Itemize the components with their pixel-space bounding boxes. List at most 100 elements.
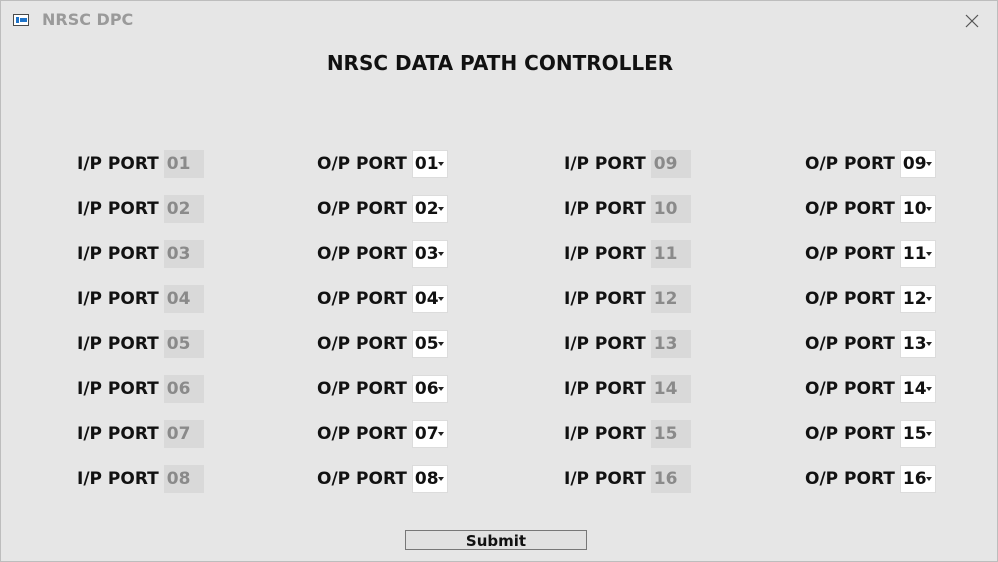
close-button[interactable] (959, 9, 985, 33)
output-port-group: O/P PORT 05 (317, 329, 448, 359)
app-window-icon (13, 14, 29, 26)
output-port-group: O/P PORT 04 (317, 284, 448, 314)
output-port-label: O/P PORT (805, 379, 895, 399)
input-port-field: 07 (163, 420, 204, 448)
input-port-label: I/P PORT (564, 379, 646, 399)
output-port-select[interactable]: 10 (899, 195, 936, 223)
input-port-group: I/P PORT 08 (77, 464, 204, 494)
output-port-group: O/P PORT 06 (317, 374, 448, 404)
input-port-field: 10 (650, 195, 691, 223)
title-bar[interactable]: NRSC DPC (1, 1, 997, 39)
input-port-field: 01 (163, 150, 204, 178)
input-port-label: I/P PORT (77, 379, 159, 399)
output-port-group: O/P PORT 08 (317, 464, 448, 494)
output-port-select[interactable]: 03 (411, 240, 448, 268)
output-port-select[interactable]: 02 (411, 195, 448, 223)
app-window: NRSC DPC NRSC DATA PATH CONTROLLER I/P P… (0, 0, 998, 562)
output-port-value: 16 (902, 469, 927, 489)
input-port-group: I/P PORT 03 (77, 239, 204, 269)
output-port-label: O/P PORT (805, 244, 895, 264)
chevron-down-icon (925, 477, 932, 481)
input-port-group: I/P PORT 04 (77, 284, 204, 314)
output-port-value: 02 (414, 199, 439, 219)
input-port-field: 12 (650, 285, 691, 313)
chevron-down-icon (925, 162, 932, 166)
output-port-select[interactable]: 01 (411, 150, 448, 178)
input-port-label: I/P PORT (564, 244, 646, 264)
input-port-label: I/P PORT (77, 469, 159, 489)
chevron-down-icon (437, 342, 444, 346)
input-port-field: 08 (163, 465, 204, 493)
output-port-group: O/P PORT 01 (317, 149, 448, 179)
input-port-group: I/P PORT 12 (564, 284, 691, 314)
output-port-select[interactable]: 12 (899, 285, 936, 313)
output-port-select[interactable]: 05 (411, 330, 448, 358)
output-port-label: O/P PORT (317, 154, 407, 174)
chevron-down-icon (925, 297, 932, 301)
output-port-value: 12 (902, 289, 927, 309)
output-port-value: 10 (902, 199, 927, 219)
output-port-label: O/P PORT (805, 334, 895, 354)
chevron-down-icon (437, 477, 444, 481)
output-port-value: 11 (902, 244, 927, 264)
close-icon (965, 14, 979, 28)
input-port-label: I/P PORT (77, 334, 159, 354)
input-port-field: 15 (650, 420, 691, 448)
output-port-label: O/P PORT (317, 334, 407, 354)
output-port-group: O/P PORT 07 (317, 419, 448, 449)
page-title: NRSC DATA PATH CONTROLLER (326, 51, 674, 75)
input-port-field: 16 (650, 465, 691, 493)
input-port-label: I/P PORT (564, 199, 646, 219)
output-port-select[interactable]: 07 (411, 420, 448, 448)
input-port-label: I/P PORT (77, 289, 159, 309)
output-port-value: 09 (902, 154, 927, 174)
chevron-down-icon (925, 252, 932, 256)
output-port-value: 14 (902, 379, 927, 399)
output-port-value: 05 (414, 334, 439, 354)
chevron-down-icon (437, 162, 444, 166)
input-port-group: I/P PORT 14 (564, 374, 691, 404)
output-port-value: 08 (414, 469, 439, 489)
input-port-label: I/P PORT (77, 199, 159, 219)
output-port-select[interactable]: 15 (899, 420, 936, 448)
input-port-group: I/P PORT 11 (564, 239, 691, 269)
output-port-select[interactable]: 06 (411, 375, 448, 403)
output-port-group: O/P PORT 16 (805, 464, 936, 494)
output-port-select[interactable]: 09 (899, 150, 936, 178)
input-port-field: 13 (650, 330, 691, 358)
submit-button[interactable]: Submit (405, 530, 587, 550)
output-port-label: O/P PORT (317, 289, 407, 309)
output-port-select[interactable]: 14 (899, 375, 936, 403)
port-row: I/P PORT 02 O/P PORT 02 I/P PORT 10 O/P PORT 10 (1, 194, 997, 224)
input-port-label: I/P PORT (77, 424, 159, 444)
output-port-select[interactable]: 13 (899, 330, 936, 358)
port-row: I/P PORT 04 O/P PORT 04 I/P PORT 12 O/P PORT 12 (1, 284, 997, 314)
chevron-down-icon (437, 387, 444, 391)
output-port-label: O/P PORT (805, 289, 895, 309)
output-port-group: O/P PORT 14 (805, 374, 936, 404)
output-port-group: O/P PORT 13 (805, 329, 936, 359)
output-port-select[interactable]: 16 (899, 465, 936, 493)
input-port-field: 14 (650, 375, 691, 403)
window-title: NRSC DPC (42, 10, 134, 29)
output-port-label: O/P PORT (317, 469, 407, 489)
output-port-group: O/P PORT 12 (805, 284, 936, 314)
output-port-label: O/P PORT (805, 469, 895, 489)
chevron-down-icon (925, 432, 932, 436)
input-port-field: 04 (163, 285, 204, 313)
input-port-label: I/P PORT (564, 154, 646, 174)
output-port-value: 15 (902, 424, 927, 444)
input-port-field: 11 (650, 240, 691, 268)
input-port-group: I/P PORT 02 (77, 194, 204, 224)
output-port-select[interactable]: 04 (411, 285, 448, 313)
input-port-label: I/P PORT (77, 244, 159, 264)
input-port-label: I/P PORT (77, 154, 159, 174)
output-port-label: O/P PORT (317, 424, 407, 444)
output-port-label: O/P PORT (805, 154, 895, 174)
chevron-down-icon (437, 207, 444, 211)
output-port-select[interactable]: 11 (899, 240, 936, 268)
input-port-group: I/P PORT 16 (564, 464, 691, 494)
output-port-select[interactable]: 08 (411, 465, 448, 493)
input-port-label: I/P PORT (564, 469, 646, 489)
port-row: I/P PORT 03 O/P PORT 03 I/P PORT 11 O/P PORT 11 (1, 239, 997, 269)
